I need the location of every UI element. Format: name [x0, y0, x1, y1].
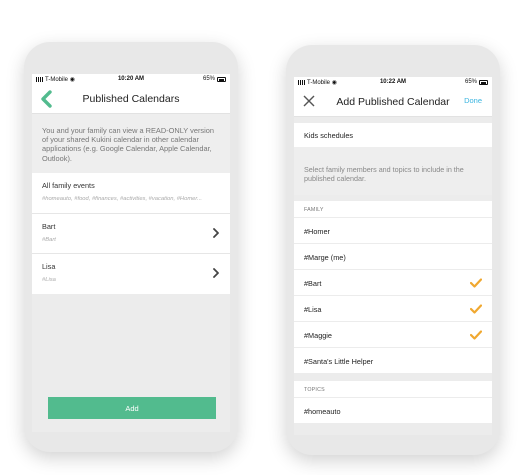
chevron-right-icon	[213, 267, 219, 278]
section-heading: FAMILY	[304, 207, 324, 213]
chevron-right-icon	[213, 227, 219, 238]
section-heading: TOPICS	[304, 387, 325, 393]
status-time: 10:22 AM	[379, 79, 407, 85]
add-button[interactable]: Add	[48, 397, 216, 419]
battery-icon	[217, 76, 226, 82]
calendar-label: Bart	[42, 221, 56, 231]
checkmark-icon	[470, 278, 482, 288]
nav-bar: Add Published Calendar Done	[294, 87, 492, 117]
checkmark-icon	[470, 330, 482, 340]
calendar-row-all-family[interactable]: All family events #homeauto, #food, #fin…	[32, 173, 230, 214]
calendar-name-field[interactable]: Kids schedules	[294, 123, 492, 147]
done-button[interactable]: Done	[464, 96, 482, 105]
showcase-stage: T-Mobile ◉ 10:20 AM 65% Published Calend…	[0, 0, 525, 475]
calendar-label: All family events	[42, 180, 95, 190]
calendar-topics: #Bart	[42, 236, 56, 243]
calendar-topics: #Lisa	[42, 276, 56, 283]
family-option-bart[interactable]: #Bart	[294, 269, 492, 295]
phone-published-calendars: T-Mobile ◉ 10:20 AM 65% Published Calend…	[24, 42, 238, 452]
family-option-homer[interactable]: #Homer	[294, 217, 492, 243]
description-text: Select family members and topics to incl…	[294, 147, 492, 195]
family-option-lisa[interactable]: #Lisa	[294, 295, 492, 321]
nav-bar: Published Calendars	[32, 84, 230, 114]
phone-add-published-calendar: T-Mobile ◉ 10:22 AM 65% Add Published Ca…	[286, 45, 500, 455]
status-bar: T-Mobile ◉ 10:20 AM 65%	[32, 74, 230, 84]
phone-screen: T-Mobile ◉ 10:20 AM 65% Published Calend…	[32, 74, 230, 432]
battery: 65%	[203, 76, 226, 82]
page-title: Add Published Calendar	[336, 96, 450, 108]
battery-icon	[479, 79, 488, 85]
status-time: 10:20 AM	[117, 76, 145, 82]
topic-option-homeauto[interactable]: #homeauto	[294, 397, 492, 423]
checkmark-icon	[470, 304, 482, 314]
page-title: Published Calendars	[82, 93, 180, 105]
topics-section: TOPICS #homeauto	[294, 381, 492, 423]
phone-screen: T-Mobile ◉ 10:22 AM 65% Add Published Ca…	[294, 77, 492, 435]
calendar-topics: #homeauto, #food, #finances, #activities…	[42, 195, 202, 202]
family-section: FAMILY #Homer #Marge (me) #Bart #Lisa #M…	[294, 201, 492, 373]
calendar-row-lisa[interactable]: Lisa #Lisa	[32, 254, 230, 294]
battery: 65%	[465, 79, 488, 85]
family-option-maggie[interactable]: #Maggie	[294, 321, 492, 347]
calendar-row-bart[interactable]: Bart #Bart	[32, 214, 230, 254]
published-calendar-list: All family events #homeauto, #food, #fin…	[32, 172, 230, 294]
intro-text: You and your family can view a READ-ONLY…	[32, 114, 230, 173]
family-option-santas-little-helper[interactable]: #Santa's Little Helper	[294, 347, 492, 373]
family-option-marge[interactable]: #Marge (me)	[294, 243, 492, 269]
status-bar: T-Mobile ◉ 10:22 AM 65%	[294, 77, 492, 87]
calendar-label: Lisa	[42, 261, 56, 271]
